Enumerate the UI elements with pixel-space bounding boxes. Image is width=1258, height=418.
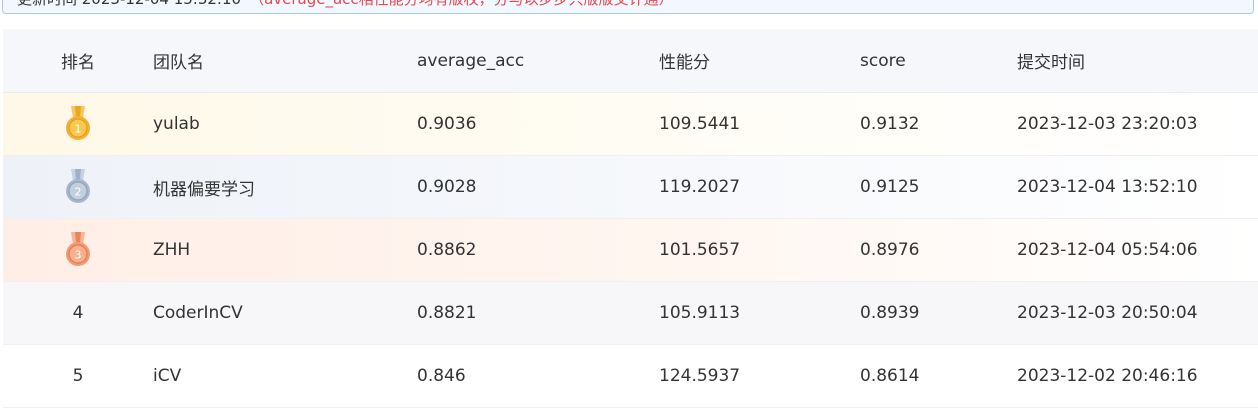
update-notice: 更新时间 2023-12-04 15:32:10 （average_acc相性能分… (2, 0, 1254, 14)
team-name: iCV (153, 366, 182, 386)
performance-value: 109.5441 (659, 114, 741, 134)
team-name: CoderInCV (153, 303, 243, 323)
silver-medal-icon: 2 (66, 169, 90, 203)
score-value: 0.9125 (860, 177, 920, 197)
average-acc-value: 0.9036 (417, 114, 477, 134)
team-name: ZHH (153, 240, 191, 260)
score-value: 0.8939 (860, 303, 920, 323)
submit-time-value: 2023-12-03 20:50:04 (1017, 303, 1198, 323)
team-name: yulab (153, 114, 200, 134)
performance-value: 101.5657 (659, 240, 741, 260)
rank-number: 4 (72, 303, 84, 323)
rank-number: 5 (72, 366, 84, 386)
team-name: 机器偏要学习 (153, 179, 255, 200)
score-value: 0.8976 (860, 240, 920, 260)
average-acc-value: 0.8862 (417, 240, 477, 260)
header-submit-time: 提交时间 (1017, 53, 1085, 73)
leaderboard-table: 排名 团队名 average_acc 性能分 score 提交时间 1 yula… (3, 29, 1258, 408)
header-team: 团队名 (153, 53, 204, 73)
score-value: 0.8614 (860, 366, 920, 386)
header-performance: 性能分 (659, 53, 710, 73)
average-acc-value: 0.8821 (417, 303, 477, 323)
performance-value: 124.5937 (659, 366, 741, 386)
table-row: 4 CoderInCV 0.8821 105.9113 0.8939 2023-… (3, 282, 1258, 345)
submit-time-value: 2023-12-04 05:54:06 (1017, 240, 1198, 260)
submit-time-value: 2023-12-03 23:20:03 (1017, 114, 1198, 134)
submit-time-value: 2023-12-04 13:52:10 (1017, 177, 1198, 197)
header-rank: 排名 (61, 53, 95, 73)
average-acc-value: 0.846 (417, 366, 466, 386)
medal-rank-text: 3 (75, 249, 82, 262)
rank-cell: 3 (3, 219, 153, 281)
bronze-medal-icon: 3 (66, 232, 90, 266)
submit-time-value: 2023-12-02 20:46:16 (1017, 366, 1198, 386)
medal-rank-text: 2 (75, 186, 82, 199)
medal-rank-text: 1 (75, 123, 82, 136)
rank-cell: 1 (3, 93, 153, 155)
average-acc-value: 0.9028 (417, 177, 477, 197)
table-header: 排名 团队名 average_acc 性能分 score 提交时间 (3, 29, 1258, 93)
update-time-text: 更新时间 2023-12-04 15:32:10 (17, 0, 241, 8)
performance-value: 119.2027 (659, 177, 741, 197)
table-row: 3 ZHH 0.8862 101.5657 0.8976 2023-12-04 … (3, 219, 1258, 282)
score-value: 0.9132 (860, 114, 920, 134)
table-row: 1 yulab 0.9036 109.5441 0.9132 2023-12-0… (3, 93, 1258, 156)
performance-value: 105.9113 (659, 303, 741, 323)
rank-cell: 2 (3, 156, 153, 218)
notice-hint-text: （average_acc相性能分均有版权，分与以步步只版版交计通） (249, 0, 674, 8)
table-row: 2 机器偏要学习 0.9028 119.2027 0.9125 2023-12-… (3, 156, 1258, 219)
header-score: score (860, 50, 906, 71)
table-row: 5 iCV 0.846 124.5937 0.8614 2023-12-02 2… (3, 345, 1258, 408)
header-average-acc: average_acc (417, 50, 525, 71)
gold-medal-icon: 1 (66, 106, 90, 140)
